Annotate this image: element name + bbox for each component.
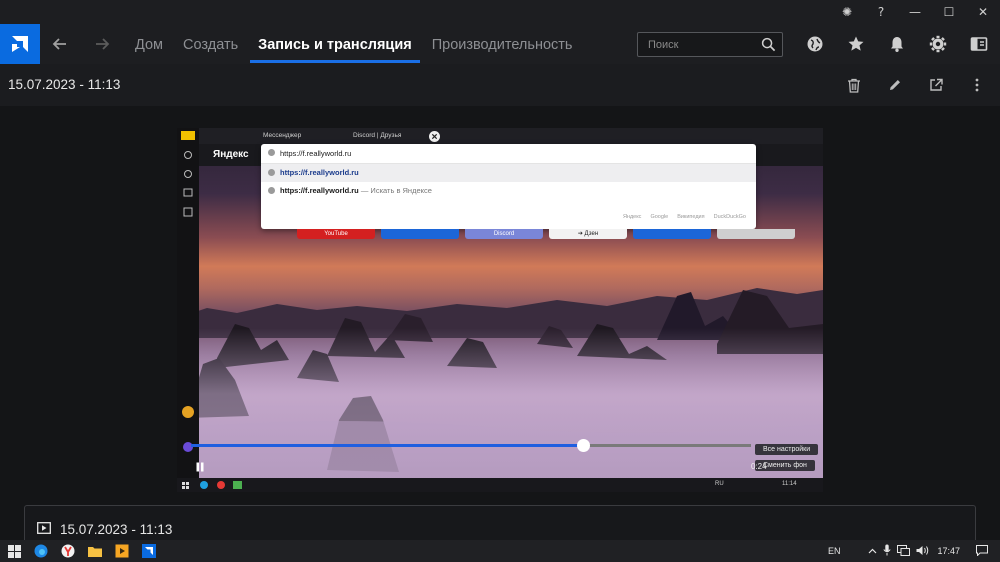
forward-arrow-icon[interactable] (90, 32, 114, 56)
progress-knob[interactable] (577, 439, 590, 452)
yandex-logo[interactable]: Яндекс (213, 149, 249, 160)
globe-icon (268, 169, 275, 176)
search-box[interactable] (637, 32, 783, 57)
nav-tabs: Дом Создать Запись и трансляция Производ… (125, 24, 582, 64)
notification-icon[interactable] (976, 544, 988, 558)
recording-actions (824, 74, 988, 96)
search-icon (268, 187, 275, 194)
engine-duckduckgo[interactable]: DuckDuckGo (714, 214, 746, 220)
media-app-icon[interactable] (114, 543, 130, 559)
progress-fill (191, 444, 583, 447)
search-input[interactable] (638, 33, 758, 56)
inner-taskbar: RU 11:14 (177, 478, 823, 492)
minimize-button[interactable]: — (898, 0, 932, 24)
yandex-browser-icon[interactable] (60, 543, 76, 559)
microphone-icon[interactable] (883, 544, 892, 558)
omnibox-input[interactable]: https://f.reallyworld.ru (261, 144, 756, 164)
more-icon[interactable] (966, 74, 988, 96)
trash-icon[interactable] (843, 74, 865, 96)
tile-youtube[interactable]: YouTube (297, 229, 375, 239)
tab-create[interactable]: Создать (173, 24, 248, 64)
file-explorer-icon[interactable] (87, 543, 103, 559)
engine-wikipedia[interactable]: Википедия (677, 214, 704, 220)
content-area: Мессенджер Discord | Друзья Яндекс https… (0, 106, 1000, 545)
timecode: 0:24 (751, 462, 767, 471)
speed-dial-tiles: YouTube Discord ➔ Дзен (297, 229, 801, 239)
gear-icon[interactable] (926, 32, 950, 56)
tile-discord[interactable]: Discord (465, 229, 543, 239)
suggestion-item[interactable]: https://f.reallyworld.ru (261, 164, 756, 182)
suggestion-item[interactable]: https://f.reallyworld.ru — Искать в Янде… (261, 182, 756, 200)
engine-google[interactable]: Google (650, 214, 668, 220)
tab-record-stream[interactable]: Запись и трансляция (248, 24, 422, 64)
nav-bar: Дом Создать Запись и трансляция Производ… (0, 24, 1000, 64)
close-tab-icon[interactable] (429, 131, 440, 142)
clock[interactable]: 17:47 (937, 546, 960, 556)
speed-dial-tile[interactable] (381, 229, 459, 239)
omnibox-dropdown[interactable]: https://f.reallyworld.ru https://f.reall… (261, 144, 756, 229)
nav-icons (803, 32, 1000, 56)
engine-yandex[interactable]: Яндекс (623, 214, 642, 220)
tray-chevron-icon[interactable] (868, 546, 877, 556)
back-arrow-icon[interactable] (48, 32, 72, 56)
video-player[interactable]: Мессенджер Discord | Друзья Яндекс https… (177, 128, 823, 492)
help-icon[interactable]: ? (864, 0, 898, 24)
all-settings-button[interactable]: Все настройки (755, 444, 819, 455)
system-tray: EN 17:47 (828, 540, 1000, 562)
recording-date: 15.07.2023 - 11:13 (8, 77, 121, 92)
browser-tab-messenger[interactable]: Мессенджер (263, 132, 301, 139)
recording-header: 15.07.2023 - 11:13 (0, 64, 1000, 106)
edge-icon[interactable] (33, 543, 49, 559)
window-controls: ✺ ? — ☐ ✕ (830, 0, 1000, 24)
speed-dial-tile[interactable] (717, 229, 795, 239)
search-engines: Яндекс Google Википедия DuckDuckGo (614, 214, 746, 220)
amd-taskbar-icon[interactable] (141, 543, 157, 559)
share-icon[interactable] (925, 74, 947, 96)
bug-icon[interactable]: ✺ (830, 0, 864, 24)
recording-info-panel: 15.07.2023 - 11:13 (24, 505, 976, 545)
search-icon[interactable] (761, 37, 776, 52)
tab-performance[interactable]: Производительность (422, 24, 583, 64)
volume-icon[interactable] (916, 545, 929, 558)
windows-taskbar: EN 17:47 (0, 540, 1000, 562)
tab-home[interactable]: Дом (125, 24, 173, 64)
close-button[interactable]: ✕ (966, 0, 1000, 24)
star-icon[interactable] (844, 32, 868, 56)
amd-logo[interactable] (0, 24, 40, 64)
globe-icon (268, 149, 275, 156)
pause-icon[interactable] (195, 462, 205, 472)
bell-icon[interactable] (885, 32, 909, 56)
video-icon (37, 522, 51, 534)
browser-tabs: Мессенджер Discord | Друзья (199, 128, 823, 144)
globe-icon[interactable] (803, 32, 827, 56)
language-indicator[interactable]: EN (828, 546, 841, 556)
maximize-button[interactable]: ☐ (932, 0, 966, 24)
edit-icon[interactable] (884, 74, 906, 96)
windows-start-icon[interactable] (6, 543, 22, 559)
title-bar: ✺ ? — ☐ ✕ (0, 0, 1000, 24)
fog-layer (177, 328, 823, 492)
recording-title: 15.07.2023 - 11:13 (60, 522, 173, 537)
panel-icon[interactable] (967, 32, 991, 56)
browser-tab-discord[interactable]: Discord | Друзья (353, 132, 401, 139)
amd-logo-icon (12, 36, 28, 52)
tile-dzen[interactable]: ➔ Дзен (549, 229, 627, 239)
speed-dial-tile[interactable] (633, 229, 711, 239)
browser-sidebar (177, 128, 199, 492)
network-icon[interactable] (897, 544, 911, 558)
